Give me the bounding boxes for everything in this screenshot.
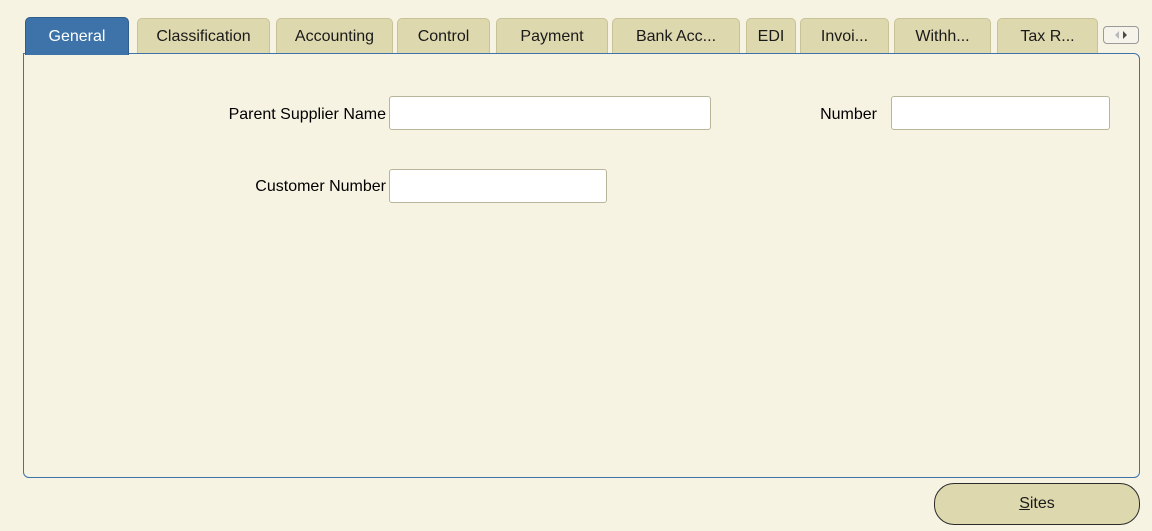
scroll-right-icon[interactable] [1123,31,1127,39]
tab-bank-accounts[interactable]: Bank Acc... [612,18,740,54]
customer-number-label: Customer Number [255,178,386,195]
tab-control[interactable]: Control [397,18,490,54]
scroll-left-icon[interactable] [1115,31,1119,39]
tab-classification[interactable]: Classification [137,18,270,54]
sites-label-rest: ites [1029,495,1055,512]
number-label: Number [820,106,877,123]
tab-accounting[interactable]: Accounting [276,18,393,54]
number-field[interactable] [891,96,1110,130]
tab-edi[interactable]: EDI [746,18,796,54]
tab-tax-reporting[interactable]: Tax R... [997,18,1098,54]
tab-withholding[interactable]: Withh... [894,18,991,54]
tab-general[interactable]: General [25,17,129,55]
tab-payment[interactable]: Payment [496,18,608,54]
sites-button[interactable]: Sites [934,483,1140,525]
parent-supplier-name-label: Parent Supplier Name [228,106,386,123]
general-tab-panel: Parent Supplier Name Number Customer Num… [23,53,1140,478]
customer-number-field[interactable] [389,169,607,203]
tab-scroll-arrows-icon[interactable] [1103,26,1139,44]
sites-mnemonic: S [1019,495,1030,512]
tab-invoice[interactable]: Invoi... [800,18,889,54]
parent-supplier-name-field[interactable] [389,96,711,130]
